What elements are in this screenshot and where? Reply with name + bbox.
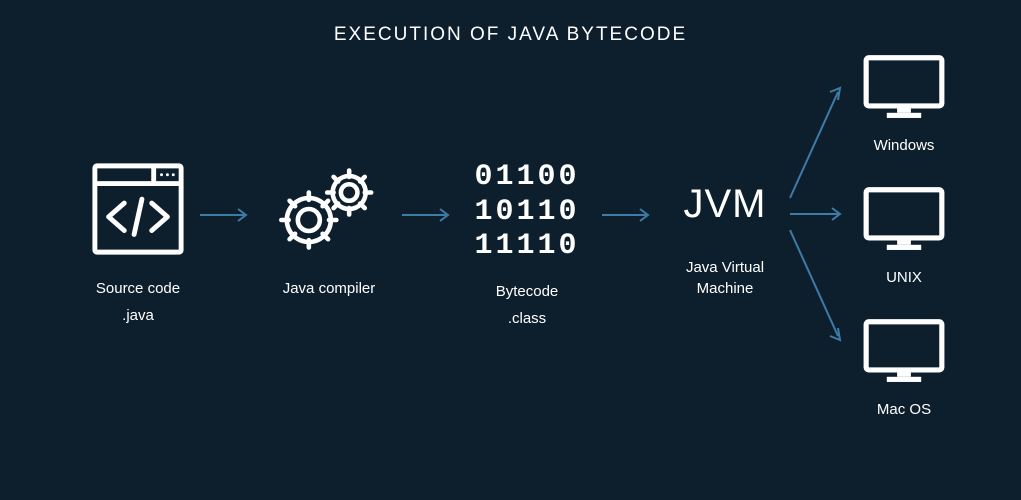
os-macos-label: Mac OS [849, 401, 959, 418]
stage-jvm: JVM Java Virtual Machine [665, 182, 785, 299]
os-macos: Mac OS [849, 316, 959, 418]
monitor-icon [861, 109, 947, 126]
os-windows-label: Windows [849, 137, 959, 154]
stage-compiler: Java compiler [264, 160, 394, 301]
binary-row: 11110 [462, 229, 592, 264]
arrow-jvm-to-windows [790, 80, 850, 205]
stage-bytecode: 01100 10110 11110 Bytecode .class [462, 160, 592, 327]
stage-source-code: Source code .java [78, 160, 198, 324]
gears-icon [274, 245, 384, 262]
arrow-jvm-to-unix [790, 204, 846, 229]
stage-source-label: Source code [78, 277, 198, 301]
code-window-icon [89, 245, 187, 262]
binary-icon: 01100 10110 11110 [462, 160, 592, 264]
arrow-jvm-to-macos [790, 228, 850, 353]
os-targets: Windows UNIX Mac OS [849, 52, 959, 418]
stage-bytecode-sublabel: .class [462, 310, 592, 327]
stage-bytecode-label: Bytecode [462, 280, 592, 304]
binary-row: 01100 [462, 160, 592, 195]
arrow-compiler-to-bytecode [402, 205, 462, 207]
stage-compiler-label: Java compiler [264, 277, 394, 301]
os-unix-label: UNIX [849, 269, 959, 286]
arrow-source-to-compiler [200, 205, 260, 207]
os-windows: Windows [849, 52, 959, 154]
stage-jvm-label: Java Virtual Machine [665, 257, 785, 299]
monitor-icon [861, 373, 947, 390]
os-unix: UNIX [849, 184, 959, 286]
stage-source-sublabel: .java [78, 307, 198, 324]
monitor-icon [861, 241, 947, 258]
diagram-title: EXECUTION OF JAVA BYTECODE [0, 24, 1021, 46]
arrow-bytecode-to-jvm [602, 205, 662, 207]
binary-row: 10110 [462, 195, 592, 230]
jvm-big-label: JVM [665, 182, 785, 227]
